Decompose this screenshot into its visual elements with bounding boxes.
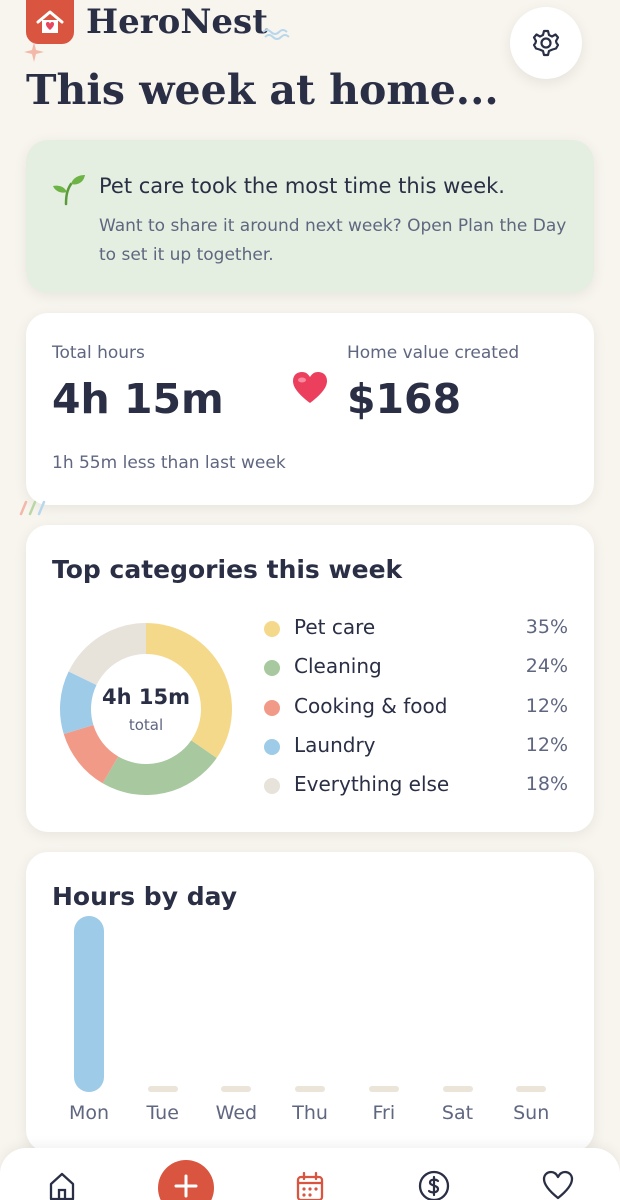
day-column-tue: Tue (126, 852, 200, 1152)
calendar-icon (296, 1171, 324, 1200)
legend-item: Laundry 12% (264, 731, 568, 770)
day-label: Fri (372, 1102, 396, 1124)
legend-label: Pet care (294, 615, 376, 639)
day-column-wed: Wed (199, 852, 273, 1152)
day-bar-fri (368, 1086, 399, 1092)
insight-title: Pet care took the most time this week. (99, 174, 505, 198)
legend-swatch (264, 738, 280, 755)
legend-label: Cooking & food (294, 693, 448, 718)
hours-by-day-chart: Mon Tue Wed Thu Fri Sat Sun (52, 852, 568, 1152)
day-label: Wed (215, 1102, 258, 1124)
home-icon (49, 1172, 75, 1200)
legend-swatch (264, 621, 280, 637)
app-logo (26, 0, 74, 44)
settings-button[interactable] (510, 7, 582, 79)
squiggle-decoration (262, 29, 290, 40)
legend-percent: 12% (525, 733, 568, 756)
day-bar-wed (221, 1086, 252, 1092)
category-legend: Pet care 35% Cleaning 24% Cooking & food 12% L… (264, 613, 568, 809)
sparkle-decoration (24, 42, 44, 62)
gear-icon (532, 29, 560, 57)
legend-swatch (264, 699, 280, 716)
day-label: Mon (68, 1102, 110, 1124)
legend-percent: 18% (525, 773, 568, 796)
day-label: Sun (513, 1102, 550, 1124)
insight-card[interactable]: Pet care took the most time this week. W… (26, 140, 594, 293)
hours-by-day-card: Hours by day Mon Tue Wed Thu Fri Sat Sun (26, 852, 594, 1152)
donut-slice-everything-else (68, 623, 146, 686)
weekly-comparison: 1h 55m less than last week (52, 453, 286, 473)
donut-slice-cleaning (102, 740, 217, 795)
legend-item: Pet care 35% (264, 613, 568, 652)
legend-item: Cleaning 24% (264, 652, 568, 691)
tab-calendar[interactable] (290, 1170, 330, 1200)
legend-percent: 35% (525, 616, 568, 638)
page-title: This week at home... (26, 66, 499, 114)
sprout-icon (53, 175, 85, 206)
legend-percent: 24% (525, 655, 568, 678)
donut-center: 4h 15m total (98, 685, 194, 734)
legend-label: Laundry (294, 732, 376, 757)
legend-swatch (264, 660, 280, 677)
day-column-sat: Sat (421, 852, 495, 1152)
plus-icon (174, 1174, 198, 1198)
home-value-label: Home value created (347, 343, 520, 363)
total-hours-label: Total hours (52, 343, 145, 363)
summary-card: Total hours 4h 15m Home value created $1… (26, 313, 594, 505)
day-bar-mon (74, 916, 104, 1092)
day-bar-thu (295, 1086, 326, 1092)
tab-home[interactable] (42, 1170, 82, 1200)
day-column-sun: Sun (494, 852, 568, 1152)
tab-favorites[interactable] (538, 1170, 578, 1200)
house-heart-icon (36, 10, 64, 33)
donut-total-value: 4h 15m (102, 685, 190, 709)
day-column-thu: Thu (273, 852, 347, 1152)
categories-title: Top categories this week (52, 555, 403, 584)
categories-card: Top categories this week 4h 15m total Pe… (26, 525, 594, 832)
heart-outline-icon (542, 1170, 574, 1200)
day-column-fri: Fri (347, 852, 421, 1152)
total-hours-value: 4h 15m (52, 375, 224, 423)
day-column-mon: Mon (52, 852, 126, 1152)
confetti-decoration (19, 500, 46, 516)
day-bar-tue (147, 1086, 178, 1092)
day-bar-sat (442, 1086, 473, 1092)
donut-total-caption: total (128, 716, 164, 734)
tab-money[interactable] (414, 1170, 454, 1200)
insight-body: Want to share it around next week? Open … (99, 216, 567, 265)
bottom-tab-bar (0, 1148, 620, 1200)
legend-swatch (264, 778, 280, 795)
heart-icon (293, 372, 327, 403)
dollar-circle-icon (418, 1170, 450, 1200)
legend-item: Cooking & food 12% (264, 692, 568, 731)
day-bar-sun (516, 1086, 547, 1092)
legend-item: Everything else 18% (264, 770, 568, 809)
day-label: Tue (146, 1102, 179, 1124)
app-name: HeroNest (86, 2, 268, 42)
day-label: Sat (441, 1102, 474, 1124)
legend-label: Everything else (294, 772, 450, 797)
home-value-value: $168 (347, 375, 462, 423)
legend-label: Cleaning (294, 654, 382, 679)
day-label: Thu (292, 1102, 328, 1124)
legend-percent: 12% (525, 694, 568, 717)
